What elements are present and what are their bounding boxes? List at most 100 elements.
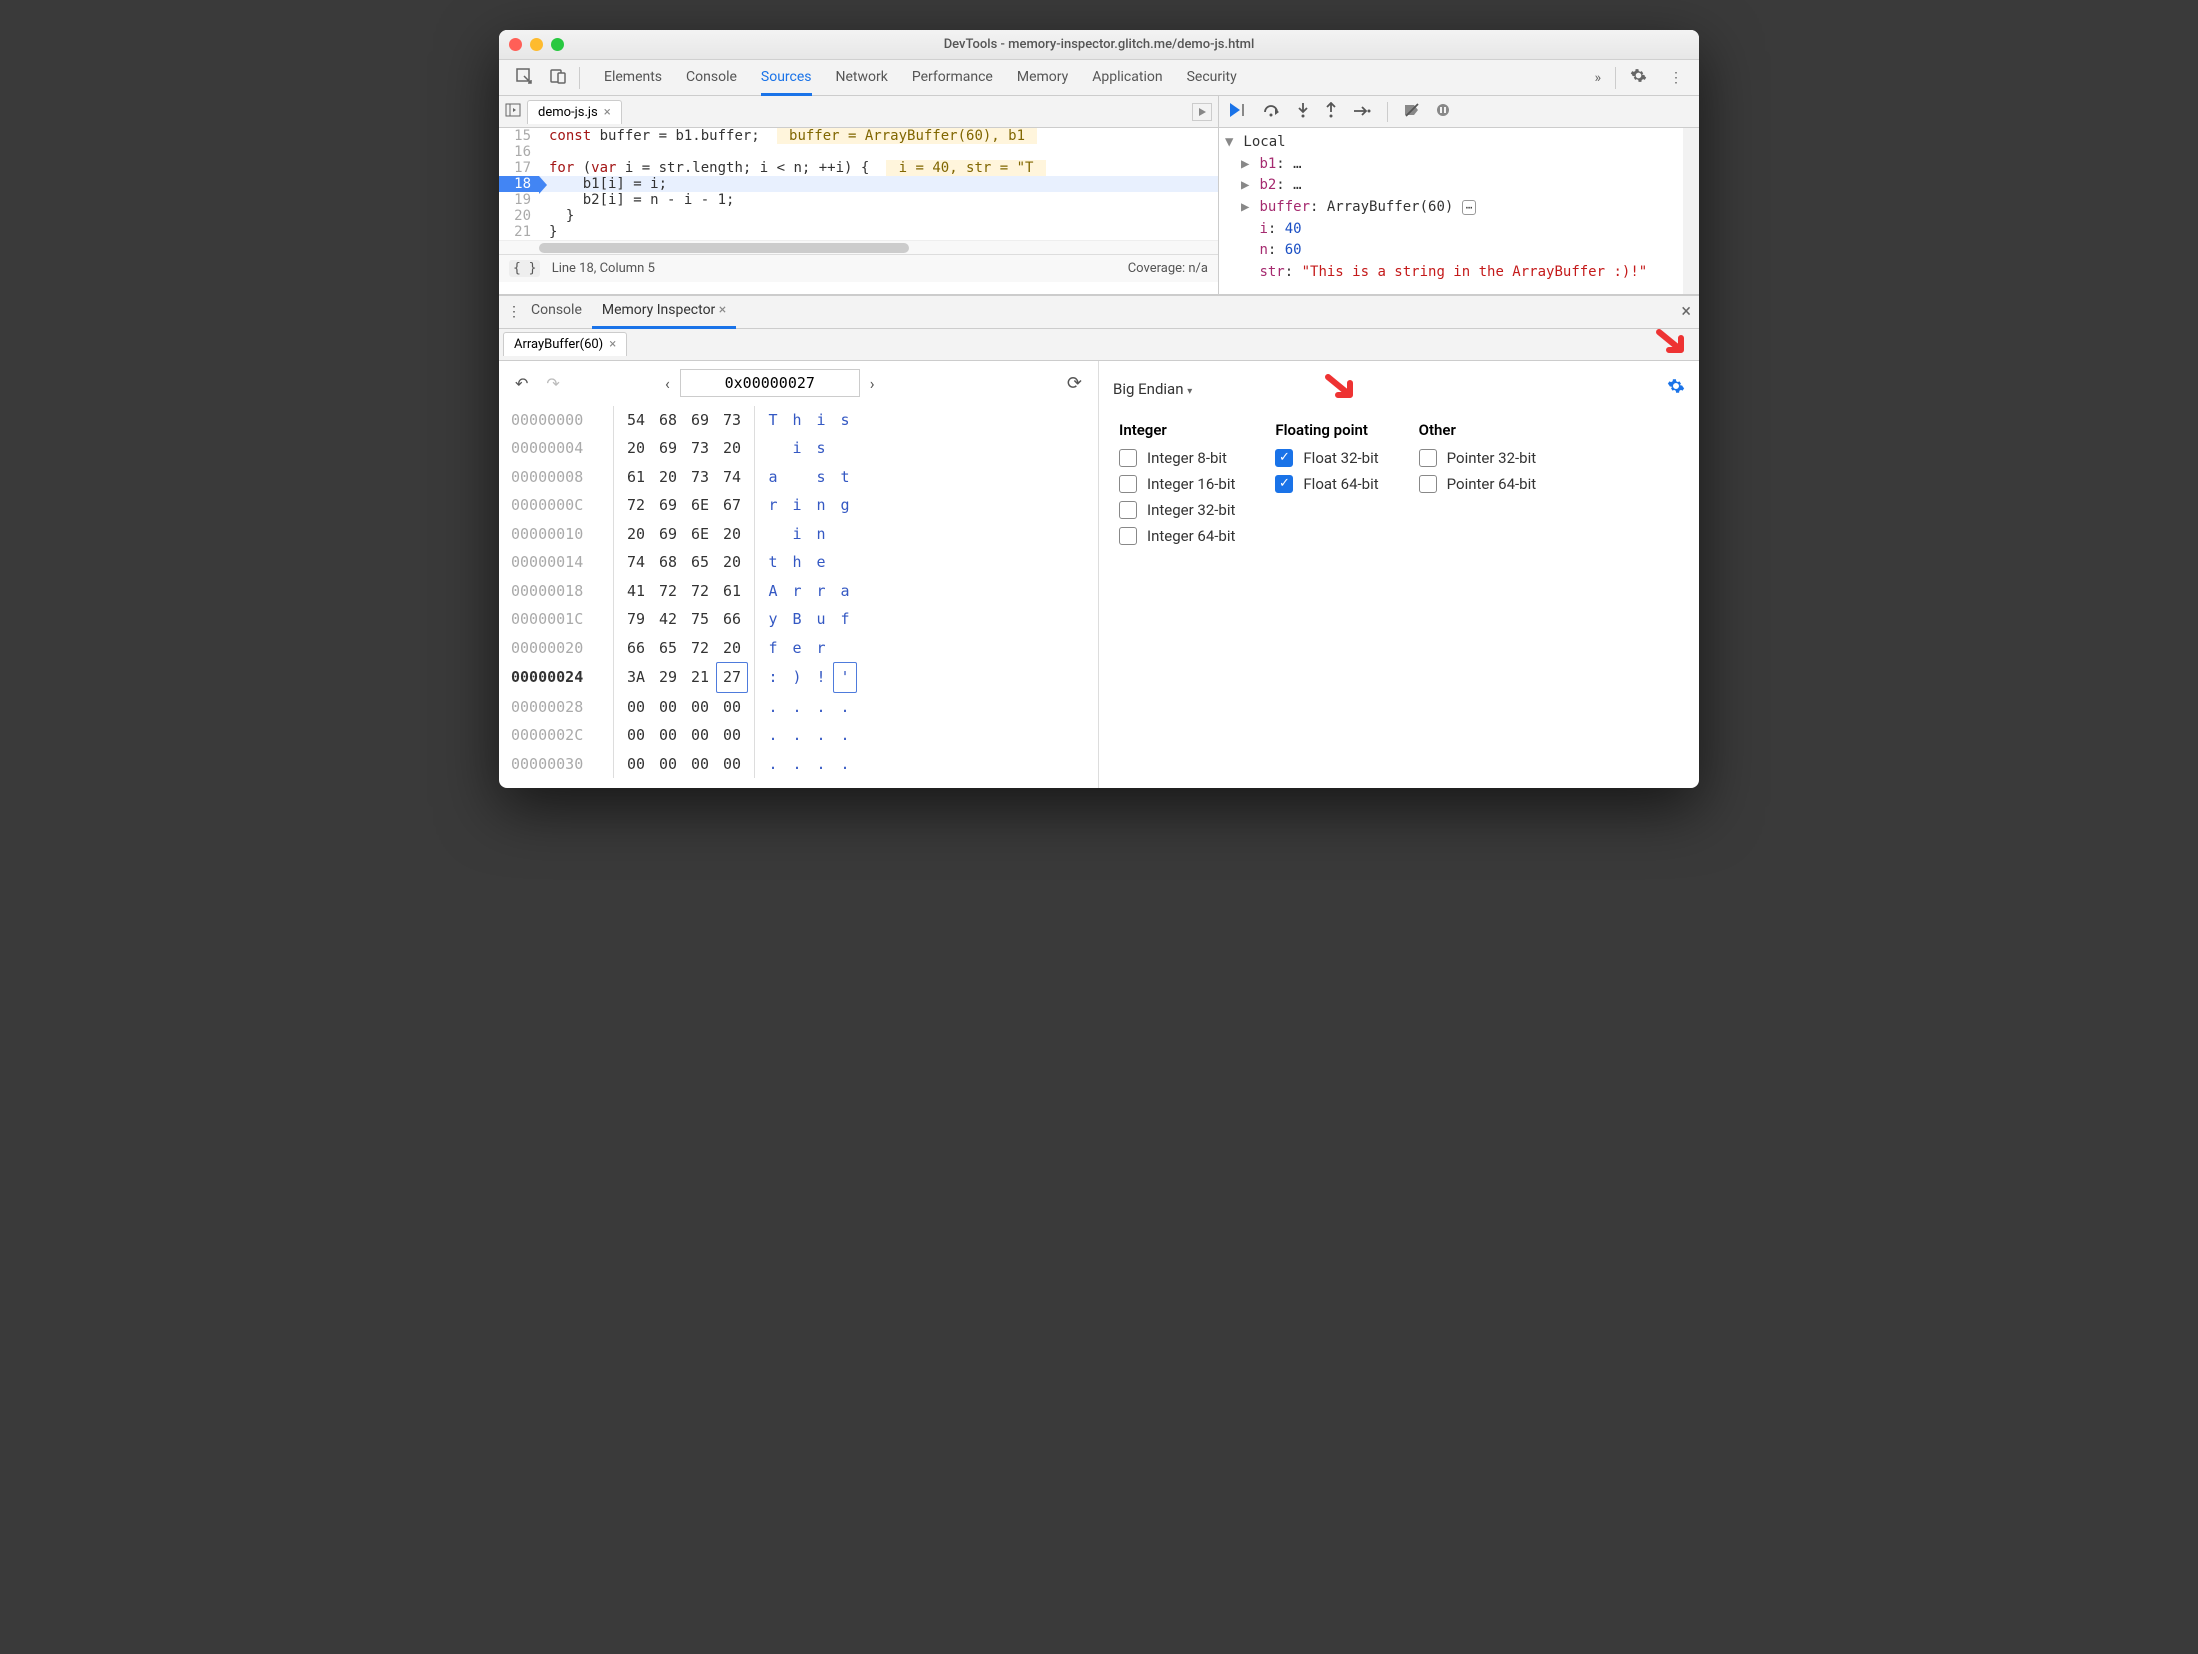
hex-row[interactable]: 0000003000000000....: [511, 750, 1086, 779]
hex-byte[interactable]: 72: [684, 577, 716, 606]
drawer-menu-icon[interactable]: ⋮: [507, 304, 521, 320]
ascii-byte[interactable]: B: [785, 605, 809, 634]
horizontal-scrollbar[interactable]: [499, 240, 1218, 254]
ascii-byte[interactable]: .: [761, 693, 785, 722]
address-input[interactable]: [680, 369, 860, 397]
hex-byte[interactable]: 27: [716, 662, 748, 693]
ascii-byte[interactable]: .: [785, 750, 809, 779]
hex-byte[interactable]: 00: [684, 750, 716, 779]
hex-byte[interactable]: 61: [716, 577, 748, 606]
hex-byte[interactable]: 68: [652, 406, 684, 435]
checkbox-pointer-64-bit[interactable]: Pointer 64-bit: [1419, 475, 1537, 493]
hex-byte[interactable]: 29: [652, 663, 684, 692]
hex-row[interactable]: 0000001474686520the: [511, 548, 1086, 577]
ascii-byte[interactable]: .: [833, 721, 857, 750]
ascii-byte[interactable]: i: [785, 434, 809, 463]
deactivate-breakpoints-icon[interactable]: [1404, 103, 1420, 121]
hex-byte[interactable]: 41: [620, 577, 652, 606]
hex-row[interactable]: 0000002C00000000....: [511, 721, 1086, 750]
hex-byte[interactable]: 6E: [684, 520, 716, 549]
scope-variable[interactable]: str: "This is a string in the ArrayBuffe…: [1225, 262, 1677, 284]
close-tab-icon[interactable]: ×: [604, 105, 611, 120]
hex-byte[interactable]: 00: [716, 693, 748, 722]
hex-byte[interactable]: 74: [716, 463, 748, 492]
value-types-gear-icon[interactable]: [1667, 377, 1685, 400]
inspect-icon[interactable]: [507, 61, 541, 95]
hex-row[interactable]: 0000000420697320 is: [511, 434, 1086, 463]
ascii-byte[interactable]: f: [833, 605, 857, 634]
ascii-byte[interactable]: .: [785, 721, 809, 750]
minimize-window-button[interactable]: [530, 38, 543, 51]
ascii-byte[interactable]: a: [833, 577, 857, 606]
hex-byte[interactable]: 3A: [620, 663, 652, 692]
hex-byte[interactable]: 66: [716, 605, 748, 634]
code-line[interactable]: 15const buffer = b1.buffer; buffer = Arr…: [499, 128, 1218, 144]
tab-sources[interactable]: Sources: [761, 61, 812, 96]
refresh-icon[interactable]: ⟳: [1063, 369, 1086, 398]
ascii-byte[interactable]: .: [833, 750, 857, 779]
scope-variable[interactable]: n: 60: [1225, 240, 1677, 262]
ascii-byte[interactable]: h: [785, 406, 809, 435]
scope-scrollbar[interactable]: [1683, 128, 1699, 294]
hex-byte[interactable]: 20: [620, 434, 652, 463]
ascii-byte[interactable]: n: [809, 491, 833, 520]
hex-row[interactable]: 0000001C79427566yBuf: [511, 605, 1086, 634]
ascii-byte[interactable]: .: [809, 750, 833, 779]
hex-byte[interactable]: 69: [684, 406, 716, 435]
ascii-byte[interactable]: t: [833, 463, 857, 492]
code-line[interactable]: 21}: [499, 224, 1218, 240]
kebab-menu-icon[interactable]: ⋮: [1661, 64, 1691, 92]
ascii-byte[interactable]: r: [809, 577, 833, 606]
close-window-button[interactable]: [509, 38, 522, 51]
hex-byte[interactable]: 66: [620, 634, 652, 663]
file-tab-demo-js[interactable]: demo-js.js ×: [527, 100, 622, 124]
step-icon[interactable]: [1353, 103, 1371, 121]
hex-byte[interactable]: 00: [652, 721, 684, 750]
hex-byte[interactable]: 21: [684, 663, 716, 692]
ascii-byte[interactable]: ': [833, 662, 857, 693]
hex-byte[interactable]: 68: [652, 548, 684, 577]
hex-byte[interactable]: 65: [652, 634, 684, 663]
hex-byte[interactable]: 20: [620, 520, 652, 549]
code-line[interactable]: 19 b2[i] = n - i - 1;: [499, 192, 1218, 208]
code-line[interactable]: 17for (var i = str.length; i < n; ++i) {…: [499, 160, 1218, 176]
hex-byte[interactable]: 20: [716, 434, 748, 463]
code-line[interactable]: 20 }: [499, 208, 1218, 224]
checkbox-integer-8-bit[interactable]: Integer 8-bit: [1119, 449, 1235, 467]
hex-row[interactable]: 0000000054686973This: [511, 406, 1086, 435]
checkbox-float-32-bit[interactable]: ✓Float 32-bit: [1275, 449, 1378, 467]
scope-variable[interactable]: ▶ b1: …: [1225, 154, 1677, 176]
code-line[interactable]: 16: [499, 144, 1218, 160]
hex-byte[interactable]: 00: [620, 693, 652, 722]
pretty-print-icon[interactable]: { }: [509, 260, 540, 277]
hex-byte[interactable]: 61: [620, 463, 652, 492]
hex-byte[interactable]: 75: [684, 605, 716, 634]
ascii-byte[interactable]: !: [809, 663, 833, 692]
hex-byte[interactable]: 00: [684, 721, 716, 750]
more-tabs-icon[interactable]: »: [1586, 64, 1609, 92]
close-drawer-icon[interactable]: ×: [1681, 301, 1691, 322]
ascii-byte[interactable]: .: [785, 693, 809, 722]
ascii-byte[interactable]: r: [761, 491, 785, 520]
scope-variables[interactable]: ▼ Local▶ b1: …▶ b2: …▶ buffer: ArrayBuff…: [1219, 128, 1683, 294]
ascii-byte[interactable]: i: [785, 491, 809, 520]
hex-row[interactable]: 0000000C72696E67ring: [511, 491, 1086, 520]
hex-byte[interactable]: 74: [620, 548, 652, 577]
ascii-byte[interactable]: r: [785, 577, 809, 606]
tab-elements[interactable]: Elements: [604, 61, 662, 95]
checkbox-float-64-bit[interactable]: ✓Float 64-bit: [1275, 475, 1378, 493]
tab-application[interactable]: Application: [1092, 61, 1162, 95]
ascii-byte[interactable]: s: [833, 406, 857, 435]
ascii-byte[interactable]: .: [761, 750, 785, 779]
ascii-byte[interactable]: r: [809, 634, 833, 663]
checkbox-pointer-32-bit[interactable]: Pointer 32-bit: [1419, 449, 1537, 467]
ascii-byte[interactable]: h: [785, 548, 809, 577]
endianness-select[interactable]: Big Endian ▾: [1113, 380, 1192, 398]
next-page-icon[interactable]: ›: [866, 370, 879, 397]
ascii-byte[interactable]: T: [761, 406, 785, 435]
redo-icon[interactable]: ↷: [542, 370, 563, 397]
drawer-tab-console[interactable]: Console: [521, 294, 592, 329]
ascii-byte[interactable]: s: [809, 434, 833, 463]
step-over-icon[interactable]: [1263, 103, 1281, 121]
ascii-byte[interactable]: i: [809, 406, 833, 435]
